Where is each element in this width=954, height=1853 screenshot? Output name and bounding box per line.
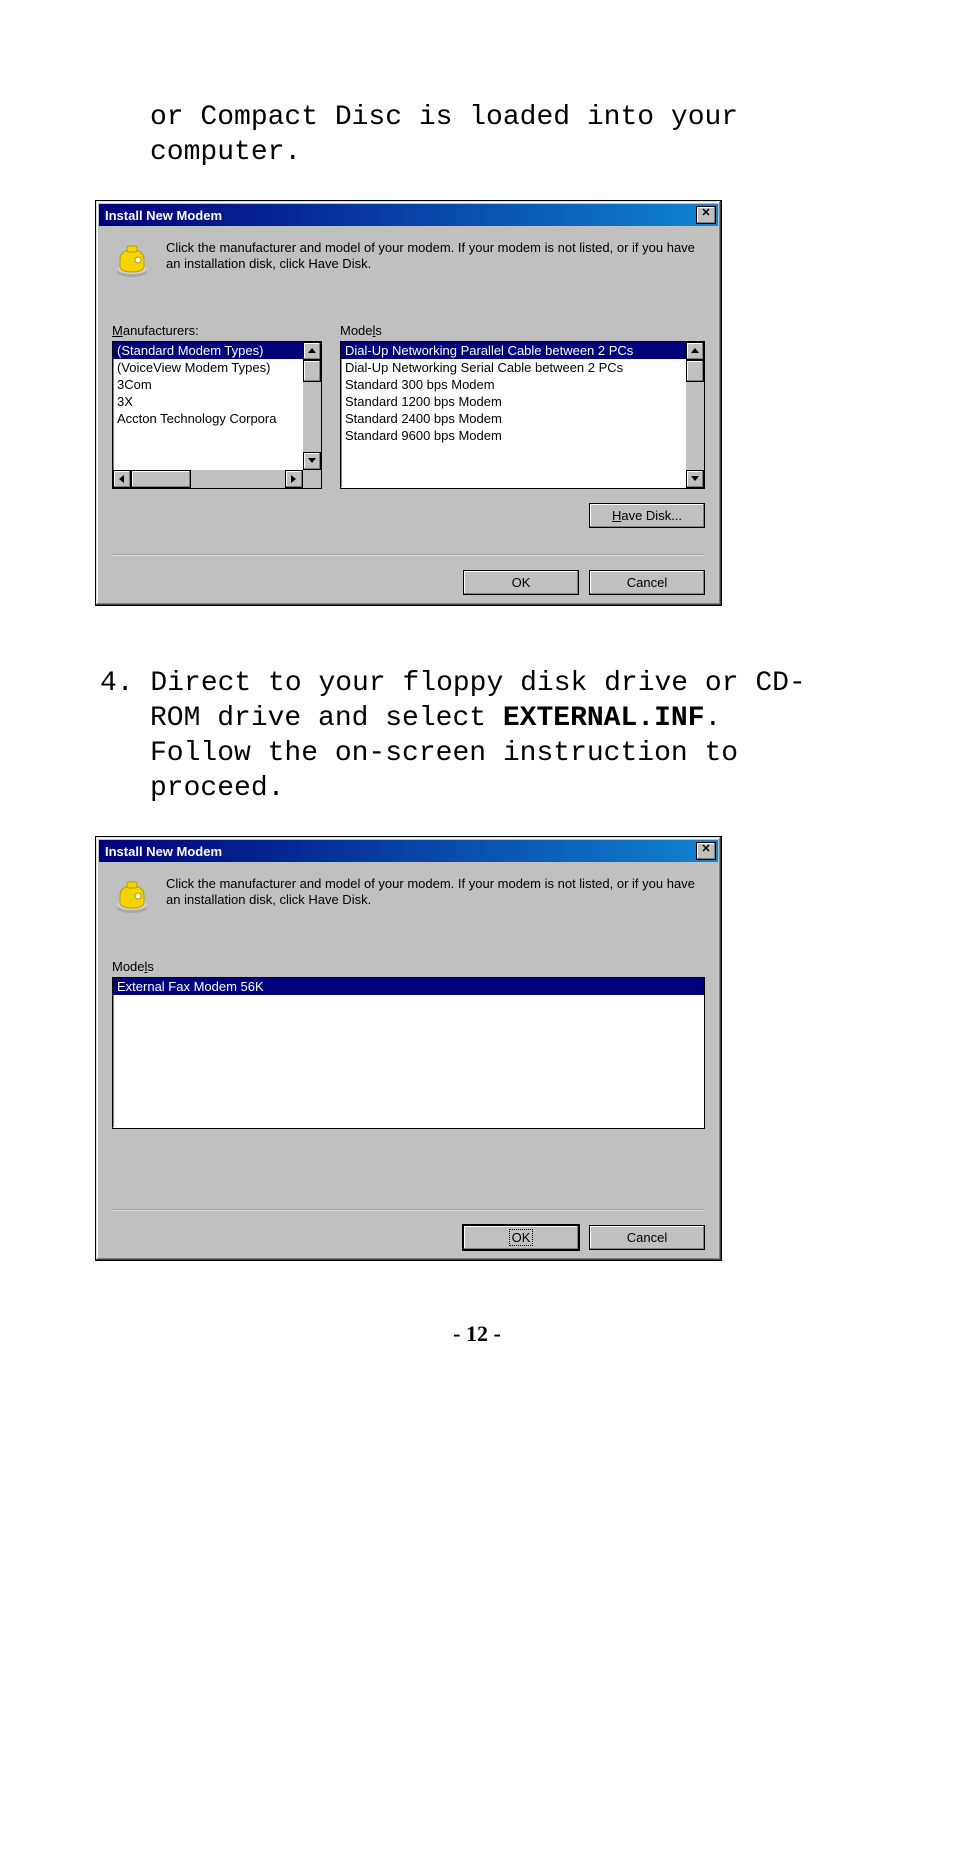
intro-text: Click the manufacturer and model of your… (166, 240, 705, 283)
list-item[interactable]: 3Com (113, 376, 321, 393)
scroll-thumb[interactable] (303, 360, 321, 382)
scroll-down-icon[interactable] (686, 470, 704, 488)
close-icon[interactable]: ✕ (696, 206, 716, 224)
modem-icon (112, 876, 152, 919)
step-4-paragraph: 4. Direct to your floppy disk drive or C… (100, 666, 830, 806)
models-listbox[interactable]: External Fax Modem 56K (112, 977, 705, 1129)
list-item[interactable]: Standard 2400 bps Modem (341, 410, 704, 427)
title-text: Install New Modem (105, 208, 696, 223)
scroll-thumb[interactable] (686, 360, 704, 382)
list-item[interactable]: Accton Technology Corpora (113, 410, 321, 427)
scroll-right-icon[interactable] (285, 470, 303, 488)
scroll-down-icon[interactable] (303, 452, 321, 470)
intro-text: Click the manufacturer and model of your… (166, 876, 705, 919)
scroll-left-icon[interactable] (113, 470, 131, 488)
install-modem-dialog-1: Install New Modem ✕ Click the manufactur… (95, 200, 722, 606)
list-item[interactable]: (Standard Modem Types) (113, 342, 321, 359)
have-disk-button[interactable]: Have Disk... (589, 503, 705, 528)
titlebar: Install New Modem ✕ (99, 840, 718, 862)
list-item[interactable]: External Fax Modem 56K (113, 978, 704, 995)
list-item[interactable]: (VoiceView Modem Types) (113, 359, 321, 376)
title-text: Install New Modem (105, 844, 696, 859)
install-modem-dialog-2: Install New Modem ✕ Click the manufactur… (95, 836, 722, 1261)
titlebar: Install New Modem ✕ (99, 204, 718, 226)
list-item[interactable]: Standard 300 bps Modem (341, 376, 704, 393)
ok-button[interactable]: OK (463, 1225, 579, 1250)
models-label: Models (340, 323, 705, 338)
list-item[interactable]: 3X (113, 393, 321, 410)
scroll-up-icon[interactable] (686, 342, 704, 360)
cancel-button[interactable]: Cancel (589, 570, 705, 595)
ok-button[interactable]: OK (463, 570, 579, 595)
intro-paragraph: or Compact Disc is loaded into your comp… (150, 100, 790, 170)
list-item[interactable]: Standard 1200 bps Modem (341, 393, 704, 410)
manufacturers-listbox[interactable]: (Standard Modem Types) (VoiceView Modem … (112, 341, 322, 489)
list-item[interactable]: Dial-Up Networking Serial Cable between … (341, 359, 704, 376)
scroll-up-icon[interactable] (303, 342, 321, 360)
modem-icon (112, 240, 152, 283)
manufacturers-label: Manufacturers: (112, 323, 322, 338)
page-number: - 12 - (80, 1321, 874, 1347)
close-icon[interactable]: ✕ (696, 842, 716, 860)
list-item[interactable]: Standard 9600 bps Modem (341, 427, 704, 444)
models-listbox[interactable]: Dial-Up Networking Parallel Cable betwee… (340, 341, 705, 489)
hscroll-thumb[interactable] (131, 470, 191, 488)
cancel-button[interactable]: Cancel (589, 1225, 705, 1250)
models-label: Models (112, 959, 705, 974)
list-item[interactable]: Dial-Up Networking Parallel Cable betwee… (341, 342, 704, 359)
